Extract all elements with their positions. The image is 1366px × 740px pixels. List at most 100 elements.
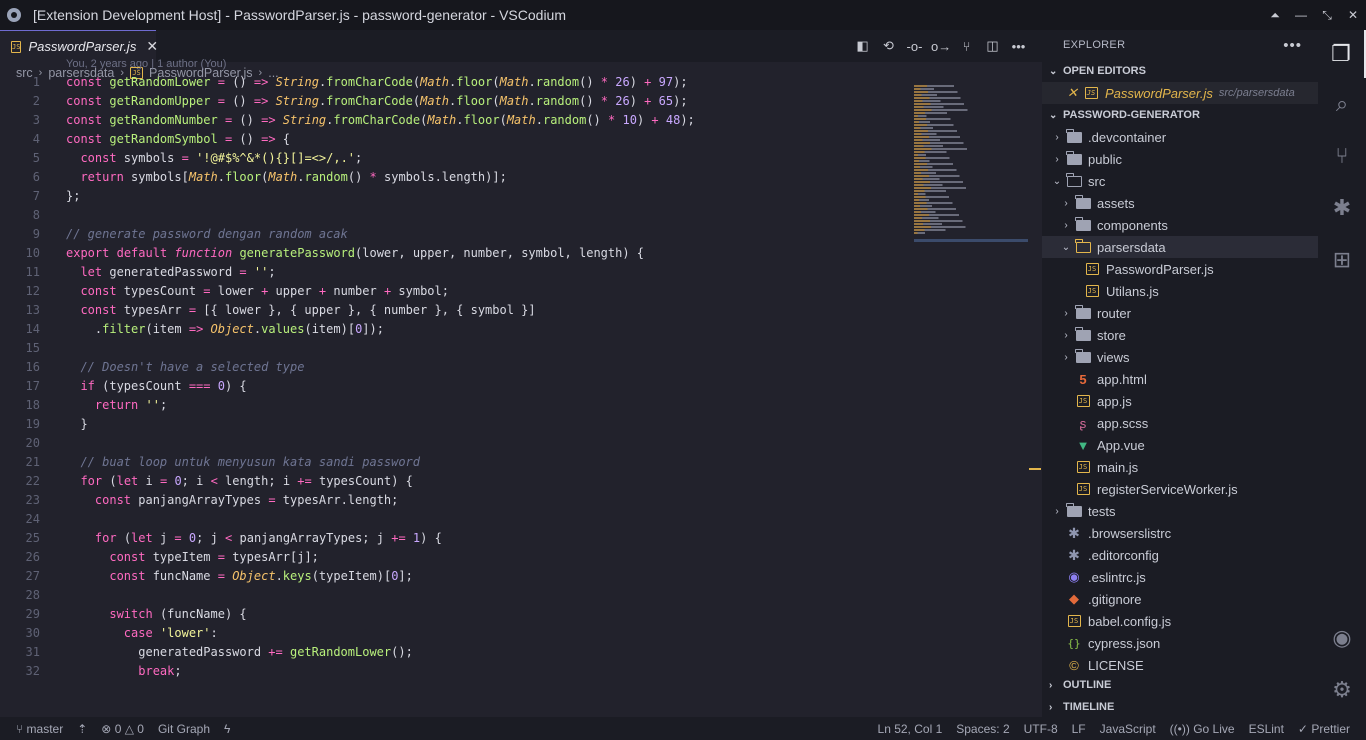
- close-window-button[interactable]: ✕: [1340, 8, 1366, 22]
- tree-item[interactable]: › store: [1042, 324, 1318, 346]
- code-line[interactable]: 32 break;: [0, 662, 910, 681]
- code-line[interactable]: 20: [0, 434, 910, 453]
- go-live-button[interactable]: ((•)) Go Live: [1170, 722, 1235, 736]
- split-editor-icon[interactable]: ◫: [983, 38, 1002, 54]
- tree-item[interactable]: ⌄ src: [1042, 170, 1318, 192]
- tree-item[interactable]: ⌄ parsersdata: [1042, 236, 1318, 258]
- tree-item[interactable]: © LICENSE: [1042, 654, 1318, 676]
- restore-button[interactable]: ⤡: [1314, 8, 1340, 23]
- code-line[interactable]: 12 const typesCount = lower + upper + nu…: [0, 282, 910, 301]
- tree-item[interactable]: › .devcontainer: [1042, 126, 1318, 148]
- code-line[interactable]: 4 const getRandomSymbol = () => {: [0, 130, 910, 149]
- eslint-status[interactable]: ESLint: [1249, 722, 1284, 736]
- tree-item[interactable]: JS main.js: [1042, 456, 1318, 478]
- code-line[interactable]: 11 let generatedPassword = '';: [0, 263, 910, 282]
- tree-item[interactable]: ✱ .editorconfig: [1042, 544, 1318, 566]
- tree-item[interactable]: › router: [1042, 302, 1318, 324]
- code-line[interactable]: 7};: [0, 187, 910, 206]
- code-line[interactable]: 10 export default function generatePasswo…: [0, 244, 910, 263]
- project-section[interactable]: ⌄ PASSWORD-GENERATOR: [1042, 104, 1318, 126]
- code-line[interactable]: 30 case 'lower':: [0, 624, 910, 643]
- code-line[interactable]: 14 .filter(item => Object.values(item)[0…: [0, 320, 910, 339]
- code-line[interactable]: 22 for (let i = 0; i < length; i += type…: [0, 472, 910, 491]
- code-line[interactable]: 9 // generate password dengan random acak: [0, 225, 910, 244]
- tree-item[interactable]: ▼ App.vue: [1042, 434, 1318, 456]
- open-changes-icon[interactable]: ⟲: [879, 38, 898, 54]
- code-line[interactable]: 28: [0, 586, 910, 605]
- settings-gear-icon[interactable]: ⚙: [1318, 666, 1366, 714]
- code-line[interactable]: 6 return symbols[Math.floor(Math.random(…: [0, 168, 910, 187]
- tree-item[interactable]: › tests: [1042, 500, 1318, 522]
- code-line[interactable]: 3 const getRandomNumber = () => String.fr…: [0, 111, 910, 130]
- cursor-position[interactable]: Ln 52, Col 1: [878, 722, 943, 736]
- code-line[interactable]: 2 const getRandomUpper = () => String.fro…: [0, 92, 910, 111]
- tree-item[interactable]: JS app.js: [1042, 390, 1318, 412]
- search-icon[interactable]: ⌕: [1318, 80, 1366, 128]
- code-line[interactable]: 29 switch (funcName) {: [0, 605, 910, 624]
- code-line[interactable]: 21 // buat loop untuk menyusun kata sand…: [0, 453, 910, 472]
- timeline-section[interactable]: › TIMELINE: [1042, 696, 1318, 718]
- account-icon[interactable]: ◉: [1318, 614, 1366, 662]
- minimap-viewport[interactable]: [914, 239, 1028, 242]
- lightning-icon[interactable]: ϟ: [224, 722, 230, 736]
- more-actions-icon[interactable]: •••: [1283, 37, 1302, 54]
- code-line[interactable]: 24: [0, 510, 910, 529]
- end-of-line[interactable]: LF: [1072, 722, 1086, 736]
- explorer-icon[interactable]: ❐: [1318, 30, 1366, 78]
- tree-item[interactable]: ◆ .gitignore: [1042, 588, 1318, 610]
- tree-item[interactable]: › public: [1042, 148, 1318, 170]
- code-line[interactable]: 15: [0, 339, 910, 358]
- open-editors-section[interactable]: ⌄ OPEN EDITORS: [1042, 60, 1318, 82]
- code-editor[interactable]: 1 const getRandomLower = () => String.fro…: [0, 73, 910, 681]
- code-line[interactable]: 1 const getRandomLower = () => String.fro…: [0, 73, 910, 92]
- html-file-icon: 5: [1079, 371, 1087, 387]
- tree-item[interactable]: ◉ .eslintrc.js: [1042, 566, 1318, 588]
- minimize-button[interactable]: —: [1288, 8, 1314, 22]
- problems-item[interactable]: ⊗ 0 △ 0: [101, 722, 144, 736]
- source-control-icon[interactable]: ⑂: [1318, 132, 1366, 180]
- tree-item[interactable]: JS Utilans.js: [1042, 280, 1318, 302]
- code-line[interactable]: 27 const funcName = Object.keys(typeItem…: [0, 567, 910, 586]
- close-editor-icon[interactable]: ✕: [1067, 85, 1081, 101]
- open-editor-item[interactable]: ✕ JS PasswordParser.js src/parsersdata: [1042, 82, 1318, 104]
- tree-item[interactable]: › views: [1042, 346, 1318, 368]
- code-line[interactable]: 17 if (typesCount === 0) {: [0, 377, 910, 396]
- code-line[interactable]: 8: [0, 206, 910, 225]
- tree-item[interactable]: 5 app.html: [1042, 368, 1318, 390]
- encoding[interactable]: UTF-8: [1024, 722, 1058, 736]
- code-line[interactable]: 23 const panjangArrayTypes = typesArr.le…: [0, 491, 910, 510]
- language-mode[interactable]: JavaScript: [1100, 722, 1156, 736]
- tree-item[interactable]: {} cypress.json: [1042, 632, 1318, 654]
- git-graph-icon[interactable]: ⑂: [957, 39, 976, 54]
- tree-item[interactable]: › components: [1042, 214, 1318, 236]
- tree-item[interactable]: ʂ app.scss: [1042, 412, 1318, 434]
- code-line[interactable]: 26 const typeItem = typesArr[j];: [0, 548, 910, 567]
- previous-change-icon[interactable]: -o-: [905, 39, 924, 54]
- git-graph-status[interactable]: Git Graph: [158, 722, 210, 736]
- prettier-status[interactable]: ✓ Prettier: [1298, 722, 1350, 736]
- tree-item[interactable]: › assets: [1042, 192, 1318, 214]
- close-tab-icon[interactable]: ✕: [146, 38, 158, 55]
- branch-item[interactable]: ⑂ master: [16, 722, 63, 736]
- indentation[interactable]: Spaces: 2: [956, 722, 1009, 736]
- code-line[interactable]: 13 const typesArr = [{ lower }, { upper …: [0, 301, 910, 320]
- outline-section[interactable]: › OUTLINE: [1042, 674, 1318, 696]
- layout-toggle-icon[interactable]: ⏶: [1262, 8, 1288, 23]
- next-change-icon[interactable]: o→: [931, 39, 951, 54]
- code-line[interactable]: 16 // Doesn't have a selected type: [0, 358, 910, 377]
- more-actions-icon[interactable]: •••: [1009, 39, 1028, 54]
- tree-item[interactable]: JS registerServiceWorker.js: [1042, 478, 1318, 500]
- tree-item[interactable]: JS babel.config.js: [1042, 610, 1318, 632]
- run-debug-icon[interactable]: ✱: [1318, 184, 1366, 232]
- open-preview-icon[interactable]: ◧: [853, 38, 872, 54]
- extensions-icon[interactable]: ⊞: [1318, 236, 1366, 284]
- code-line[interactable]: 25 for (let j = 0; j < panjangArrayTypes…: [0, 529, 910, 548]
- code-line[interactable]: 31 generatedPassword += getRandomLower()…: [0, 643, 910, 662]
- minimap[interactable]: [914, 85, 1028, 242]
- code-line[interactable]: 19 }: [0, 415, 910, 434]
- tree-item[interactable]: JS PasswordParser.js: [1042, 258, 1318, 280]
- code-line[interactable]: 18 return '';: [0, 396, 910, 415]
- code-line[interactable]: 5 const symbols = '!@#$%^&*(){}[]=<>/,.'…: [0, 149, 910, 168]
- tree-item[interactable]: ✱ .browserslistrc: [1042, 522, 1318, 544]
- publish-icon[interactable]: ⇡: [77, 722, 87, 736]
